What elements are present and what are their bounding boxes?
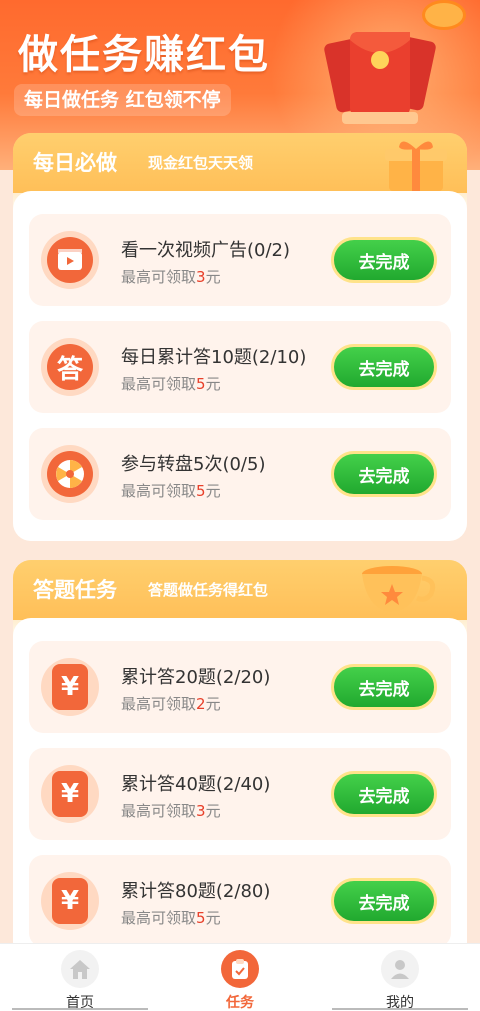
daily-section-title: 每日必做	[33, 151, 117, 175]
go-complete-button[interactable]: 去完成	[331, 237, 437, 283]
task-name: 累计答40题(2/40)	[121, 774, 271, 795]
task-card-answer-40: ¥ 累计答40题(2/40) 最高可领取3元 去完成	[29, 748, 451, 840]
answer-icon: 答	[41, 338, 99, 396]
task-name: 每日累计答10题(2/10)	[121, 347, 307, 368]
wheel-icon	[41, 445, 99, 503]
daily-section-header: 每日必做 现金红包天天领	[13, 133, 467, 193]
tab-mine[interactable]: 我的	[320, 944, 480, 1011]
daily-tasks-section: 每日必做 现金红包天天领 看一次视频广告(0/2) 最高可领取3元 去完成 答	[13, 133, 467, 541]
user-icon	[381, 950, 419, 988]
quiz-section-subtitle: 答题做任务得红包	[148, 581, 269, 599]
tab-home[interactable]: 首页	[0, 944, 160, 1011]
red-envelope-icon: ¥	[41, 658, 99, 716]
page-title: 做任务赚红包	[18, 32, 270, 78]
tab-underline	[332, 1008, 468, 1010]
home-icon	[61, 950, 99, 988]
task-card-answer-20: ¥ 累计答20题(2/20) 最高可领取2元 去完成	[29, 641, 451, 733]
quiz-tasks-section: 答题任务 答题做任务得红包 ¥ 累计答20题(2/20) 最高可领取2元 去完成…	[13, 560, 467, 960]
daily-section-subtitle: 现金红包天天领	[148, 154, 254, 172]
task-reward: 最高可领取3元	[121, 268, 221, 286]
task-reward: 最高可领取3元	[121, 802, 221, 820]
task-name: 累计答80题(2/80)	[121, 881, 271, 902]
quiz-section-body: ¥ 累计答20题(2/20) 最高可领取2元 去完成 ¥ 累计答40题(2/40…	[13, 618, 467, 960]
task-card-answer-80: ¥ 累计答80题(2/80) 最高可领取5元 去完成	[29, 855, 451, 947]
go-complete-button[interactable]: 去完成	[331, 878, 437, 924]
red-envelope-illustration-icon	[324, 32, 436, 124]
task-card-watch-video: 看一次视频广告(0/2) 最高可领取3元 去完成	[29, 214, 451, 306]
bottom-tab-bar: 首页 任务 我的	[0, 943, 480, 1011]
red-envelope-icon: ¥	[41, 872, 99, 930]
go-complete-button[interactable]: 去完成	[331, 451, 437, 497]
go-complete-button[interactable]: 去完成	[331, 344, 437, 390]
task-name: 参与转盘5次(0/5)	[121, 454, 266, 475]
tab-label: 任务	[226, 995, 254, 1011]
page-subtitle: 每日做任务 红包领不停	[14, 84, 231, 116]
task-name: 累计答20题(2/20)	[121, 667, 271, 688]
tab-tasks[interactable]: 任务	[160, 944, 320, 1011]
task-name: 看一次视频广告(0/2)	[121, 240, 291, 261]
task-reward: 最高可领取5元	[121, 909, 221, 927]
task-clipboard-icon	[221, 950, 259, 988]
red-envelope-icon: ¥	[41, 765, 99, 823]
video-play-icon	[41, 231, 99, 289]
trophy-cup-icon	[362, 566, 436, 612]
quiz-section-title: 答题任务	[33, 578, 117, 602]
task-card-spin-wheel: 参与转盘5次(0/5) 最高可领取5元 去完成	[29, 428, 451, 520]
task-reward: 最高可领取2元	[121, 695, 221, 713]
tab-underline	[12, 1008, 148, 1010]
task-reward: 最高可领取5元	[121, 375, 221, 393]
task-card-answer-10: 答 每日累计答10题(2/10) 最高可领取5元 去完成	[29, 321, 451, 413]
go-complete-button[interactable]: 去完成	[331, 771, 437, 817]
daily-section-body: 看一次视频广告(0/2) 最高可领取3元 去完成 答 每日累计答10题(2/10…	[13, 191, 467, 541]
gift-box-icon	[385, 141, 447, 191]
quiz-section-header: 答题任务 答题做任务得红包	[13, 560, 467, 620]
go-complete-button[interactable]: 去完成	[331, 664, 437, 710]
task-reward: 最高可领取5元	[121, 482, 221, 500]
